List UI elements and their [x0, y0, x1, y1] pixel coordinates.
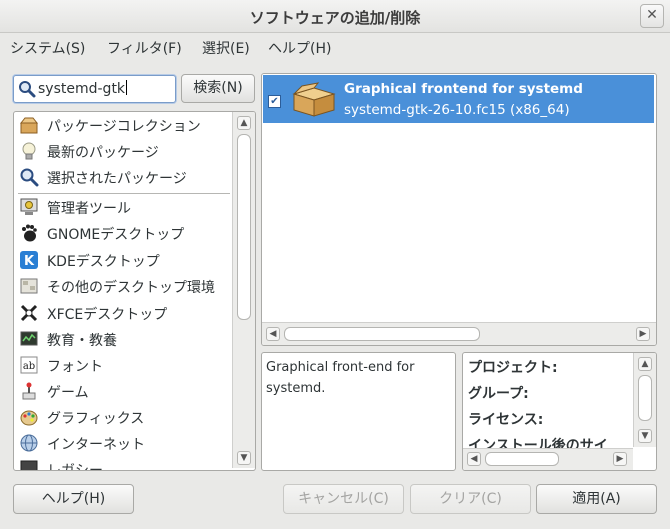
- menu-filter[interactable]: フィルタ(F): [107, 38, 182, 58]
- kde-icon: K: [20, 251, 38, 269]
- package-list-hscrollbar[interactable]: ◀ ▶: [262, 322, 656, 345]
- group-item-graphics[interactable]: グラフィックス: [14, 404, 229, 430]
- package-list: ✔ Graphical frontend for systemd systemd…: [261, 73, 657, 346]
- group-list-scrollbar[interactable]: ▲ ▼: [232, 112, 255, 468]
- group-item-games[interactable]: ゲーム: [14, 378, 229, 404]
- package-title: Graphical frontend for systemd: [344, 81, 583, 97]
- details-hscrollbar[interactable]: ◀ ▶: [463, 448, 633, 470]
- group-item-newest[interactable]: 最新のパッケージ: [14, 138, 229, 164]
- svg-text:ab: ab: [23, 361, 35, 372]
- window-title: ソフトウェアの追加/削除: [249, 9, 421, 27]
- details-scroll-thumb[interactable]: [638, 375, 652, 421]
- search-value: systemd-gtk: [38, 80, 128, 97]
- group-item-fonts[interactable]: ab フォント: [14, 352, 229, 378]
- scroll-down-arrow-icon[interactable]: ▼: [638, 429, 652, 443]
- group-item-kde[interactable]: K KDEデスクトップ: [14, 247, 229, 273]
- package-row[interactable]: ✔ Graphical frontend for systemd systemd…: [263, 75, 654, 123]
- details-hscroll-thumb[interactable]: [485, 452, 559, 466]
- search-button[interactable]: 検索(N): [181, 74, 255, 103]
- close-icon: ✕: [646, 7, 658, 23]
- close-button[interactable]: ✕: [640, 4, 664, 28]
- details-pane: プロジェクト: グループ: ライセンス: インストール後のサイ ▲ ▼ ◀ ▶: [462, 352, 657, 471]
- package-checkbox[interactable]: ✔: [268, 95, 281, 108]
- group-item-other-desktops[interactable]: その他のデスクトップ環境: [14, 273, 229, 299]
- scroll-left-arrow-icon[interactable]: ◀: [467, 452, 481, 466]
- legacy-icon: [20, 460, 38, 470]
- scroll-up-arrow-icon[interactable]: ▲: [237, 116, 251, 130]
- package-collection-icon: [19, 117, 39, 134]
- menu-help[interactable]: ヘルプ(H): [268, 38, 331, 58]
- scroll-left-arrow-icon[interactable]: ◀: [266, 327, 280, 341]
- menu-select[interactable]: 選択(E): [202, 38, 250, 58]
- detail-group-label: グループ:: [468, 386, 529, 402]
- title-bar: ソフトウェアの追加/削除 ✕: [0, 0, 670, 33]
- scroll-up-arrow-icon[interactable]: ▲: [638, 357, 652, 371]
- game-icon: [22, 382, 36, 400]
- cancel-button[interactable]: キャンセル(C): [283, 484, 404, 514]
- search-input[interactable]: systemd-gtk: [13, 75, 176, 103]
- education-icon: [20, 331, 38, 346]
- scroll-down-arrow-icon[interactable]: ▼: [237, 451, 251, 465]
- group-item-legacy[interactable]: レガシー: [14, 456, 229, 470]
- hscroll-thumb[interactable]: [284, 327, 480, 341]
- menu-bar: システム(S) フィルタ(F) 選択(E) ヘルプ(H): [0, 33, 670, 59]
- group-item-xfce[interactable]: XFCEデスクトップ: [14, 300, 229, 326]
- group-item-education[interactable]: 教育・教養: [14, 326, 229, 352]
- package-description: Graphical front-end for systemd.: [266, 360, 415, 396]
- detail-project-label: プロジェクト:: [468, 360, 558, 376]
- search-icon: [20, 168, 39, 187]
- group-item-internet[interactable]: インターネット: [14, 430, 229, 456]
- package-box-icon: [292, 82, 336, 117]
- graphics-palette-icon: [20, 410, 38, 426]
- apply-button[interactable]: 適用(A): [536, 484, 657, 514]
- scroll-right-arrow-icon[interactable]: ▶: [636, 327, 650, 341]
- clear-button[interactable]: クリア(C): [410, 484, 531, 514]
- details-scrollbar[interactable]: ▲ ▼: [633, 353, 656, 447]
- help-button[interactable]: ヘルプ(H): [13, 484, 134, 514]
- globe-icon: [20, 434, 38, 452]
- lightbulb-icon: [22, 142, 36, 160]
- desktop-icon: [20, 278, 38, 294]
- group-item-admin[interactable]: 管理者ツール: [14, 194, 229, 220]
- admin-tools-icon: [20, 198, 38, 215]
- group-list: パッケージコレクション 最新のパッケージ 選択されたパッケージ 管理者ツール G…: [13, 111, 256, 471]
- group-item-gnome[interactable]: GNOMEデスクトップ: [14, 220, 229, 246]
- search-icon: [19, 81, 36, 98]
- menu-system[interactable]: システム(S): [10, 38, 85, 58]
- font-icon: ab: [20, 356, 38, 374]
- detail-license-label: ライセンス:: [468, 412, 544, 428]
- gnome-foot-icon: [22, 224, 37, 242]
- xfce-icon: [20, 304, 38, 322]
- svg-text:K: K: [24, 254, 35, 269]
- description-pane: Graphical front-end for systemd.: [261, 352, 456, 471]
- scroll-right-arrow-icon[interactable]: ▶: [613, 452, 627, 466]
- scroll-thumb[interactable]: [237, 134, 251, 320]
- group-item-selected[interactable]: 選択されたパッケージ: [14, 164, 229, 190]
- group-item-collections[interactable]: パッケージコレクション: [14, 112, 229, 138]
- package-version: systemd-gtk-26-10.fc15 (x86_64): [344, 102, 570, 118]
